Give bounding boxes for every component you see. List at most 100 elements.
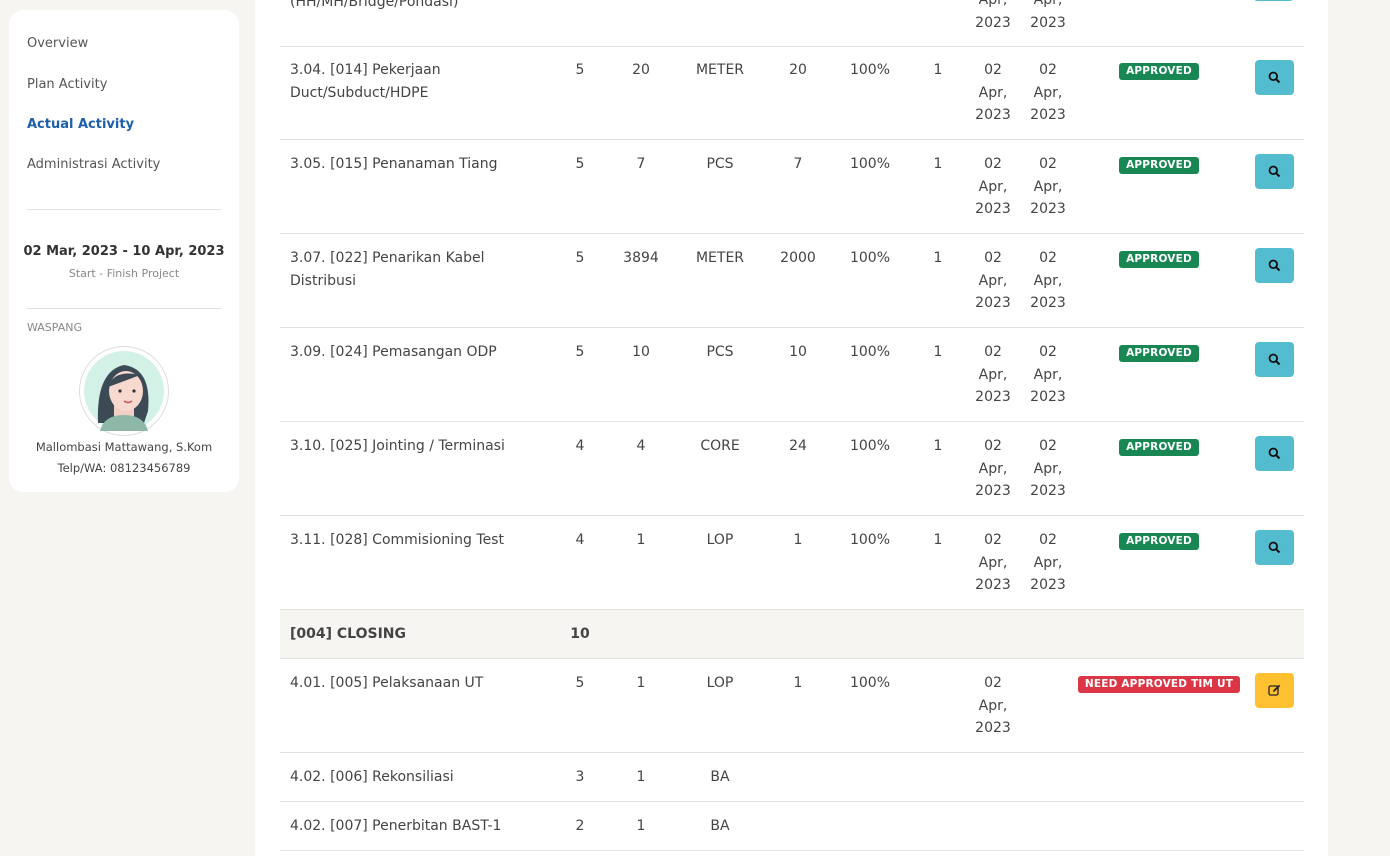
- table-row: 3.04. [014] Pekerjaan Duct/Subduct/HDPE 5…: [280, 46, 1304, 140]
- status-cell: APPROVED: [1074, 59, 1244, 82]
- nav-actual-activity[interactable]: Actual Activity: [27, 117, 134, 132]
- edit-button[interactable]: [1254, 673, 1294, 708]
- nav-plan-activity[interactable]: Plan Activity: [27, 77, 107, 92]
- divider: [27, 209, 221, 210]
- view-button[interactable]: [1254, 530, 1294, 565]
- weight: 10: [570, 626, 590, 642]
- status-cell: NEED APPROVED TIM UT: [1074, 672, 1244, 695]
- activity-name: 4.02. [006] Rekonsiliasi: [290, 769, 454, 785]
- unit: PCS: [706, 156, 734, 172]
- finish-date: 02 Apr, 2023: [1030, 532, 1066, 593]
- unit: BA: [710, 769, 730, 785]
- percent: 100%: [849, 438, 891, 454]
- start-date: 02 Apr, 2023: [975, 156, 1011, 217]
- search-icon: [1268, 353, 1280, 366]
- count: 1: [933, 438, 943, 454]
- start-date: Apr, 2023: [975, 0, 1011, 31]
- activity-name: 4.01. [005] Pelaksanaan UT: [290, 675, 484, 691]
- percent: 100%: [849, 156, 891, 172]
- percent: 100%: [849, 62, 891, 78]
- activity-name: 3.11. [028] Commisioning Test: [290, 532, 504, 548]
- actual-volume: 1: [793, 675, 803, 691]
- actual-volume: 10: [789, 344, 807, 360]
- table-row: 3.10. [025] Jointing / Terminasi 4 4 CORE 24…: [280, 422, 1304, 516]
- activity-name: 3.10. [025] Jointing / Terminasi: [290, 438, 505, 454]
- status-badge: APPROVED: [1119, 345, 1199, 362]
- nav-administrasi-activity[interactable]: Administrasi Activity: [27, 157, 160, 172]
- view-button[interactable]: [1254, 154, 1294, 189]
- project-date-range: 02 Mar, 2023 - 10 Apr, 2023: [23, 244, 225, 259]
- plan-volume: 1: [636, 675, 646, 691]
- divider: [27, 308, 221, 309]
- view-button[interactable]: [1254, 0, 1293, 1]
- weight: 5: [575, 250, 585, 266]
- unit: METER: [695, 62, 745, 78]
- action-cell: [1244, 153, 1304, 197]
- plan-volume: 3894: [623, 250, 659, 266]
- actual-volume: 24: [789, 438, 807, 454]
- status-badge: NEED APPROVED TIM UT: [1077, 676, 1241, 693]
- finish-date: 02 Apr, 2023: [1030, 438, 1066, 499]
- plan-volume: 7: [636, 156, 646, 172]
- table-row: 3.05. [015] Penanaman Tiang 5 7 PCS 7 100% 1 02…: [280, 140, 1304, 234]
- view-button[interactable]: [1254, 60, 1294, 95]
- start-date: 02 Apr, 2023: [975, 532, 1011, 593]
- search-icon: [1268, 71, 1280, 84]
- finish-date: Apr, 2023: [1030, 0, 1066, 31]
- start-date: 02 Apr, 2023: [975, 438, 1011, 499]
- view-button[interactable]: [1254, 248, 1294, 283]
- section-label: WASPANG: [27, 321, 82, 334]
- weight: 5: [575, 344, 585, 360]
- start-date: 02 Apr, 2023: [975, 250, 1011, 311]
- status-badge: APPROVED: [1119, 251, 1199, 268]
- view-button[interactable]: [1254, 342, 1294, 377]
- search-icon: [1268, 447, 1280, 460]
- weight: 5: [575, 62, 585, 78]
- status-cell: APPROVED: [1074, 529, 1244, 552]
- activity-name: (HH/MH/Bridge/Pondasi): [290, 0, 459, 10]
- status-badge: APPROVED: [1119, 157, 1199, 174]
- table-row: 3.09. [024] Pemasangan ODP 5 10 PCS 10 100% 1 0…: [280, 328, 1304, 422]
- status-cell: APPROVED: [1074, 435, 1244, 458]
- unit: CORE: [700, 438, 740, 454]
- table-row: 3.07. [022] Penarikan Kabel Distribusi 5 3…: [280, 234, 1304, 328]
- table-row: 4.01. [005] Pelaksanaan UT 5 1 LOP 1 100% 02 A…: [280, 659, 1304, 753]
- unit: BA: [710, 818, 730, 834]
- edit-icon: [1267, 684, 1280, 696]
- activity-name: 3.07. [022] Penarikan Kabel Distribusi: [290, 250, 485, 289]
- unit: PCS: [706, 344, 734, 360]
- table-row: 3.11. [028] Commisioning Test 4 1 LOP 1 100% 1…: [280, 516, 1304, 610]
- count: 1: [933, 250, 943, 266]
- nav-overview[interactable]: Overview: [27, 36, 88, 51]
- unit: LOP: [706, 532, 734, 548]
- sidebar: Overview Plan Activity Actual Activity A…: [9, 10, 239, 492]
- count: 1: [933, 62, 943, 78]
- project-date-caption: Start - Finish Project: [68, 267, 180, 280]
- weight: 5: [575, 675, 585, 691]
- start-date: 02 Apr, 2023: [975, 62, 1011, 123]
- avatar: [79, 346, 169, 436]
- activity-name: [004] CLOSING: [290, 626, 406, 642]
- activity-name: 4.02. [007] Penerbitan BAST-1: [290, 818, 502, 834]
- action-cell: [1244, 529, 1304, 573]
- person-phone: Telp/WA: 08123456789: [57, 461, 191, 475]
- finish-date: 02 Apr, 2023: [1030, 250, 1066, 311]
- percent: 100%: [849, 675, 891, 691]
- status-badge: APPROVED: [1119, 439, 1199, 456]
- unit: METER: [695, 250, 745, 266]
- action-cell: [1244, 59, 1304, 103]
- actual-volume: 1: [793, 532, 803, 548]
- status-badge: APPROVED: [1119, 533, 1199, 550]
- plan-volume: 10: [632, 344, 650, 360]
- weight: 2: [575, 818, 585, 834]
- search-icon: [1268, 541, 1280, 554]
- action-cell: [1244, 341, 1304, 385]
- percent: 100%: [849, 532, 891, 548]
- group-row: [004] CLOSING 10: [280, 610, 1304, 659]
- person-name: Mallombasi Mattawang, S.Kom: [35, 440, 213, 454]
- view-button[interactable]: [1254, 436, 1294, 471]
- action-cell: [1244, 247, 1304, 291]
- finish-date: 02 Apr, 2023: [1030, 62, 1066, 123]
- weight: 4: [575, 438, 585, 454]
- action-cell: [1244, 435, 1304, 479]
